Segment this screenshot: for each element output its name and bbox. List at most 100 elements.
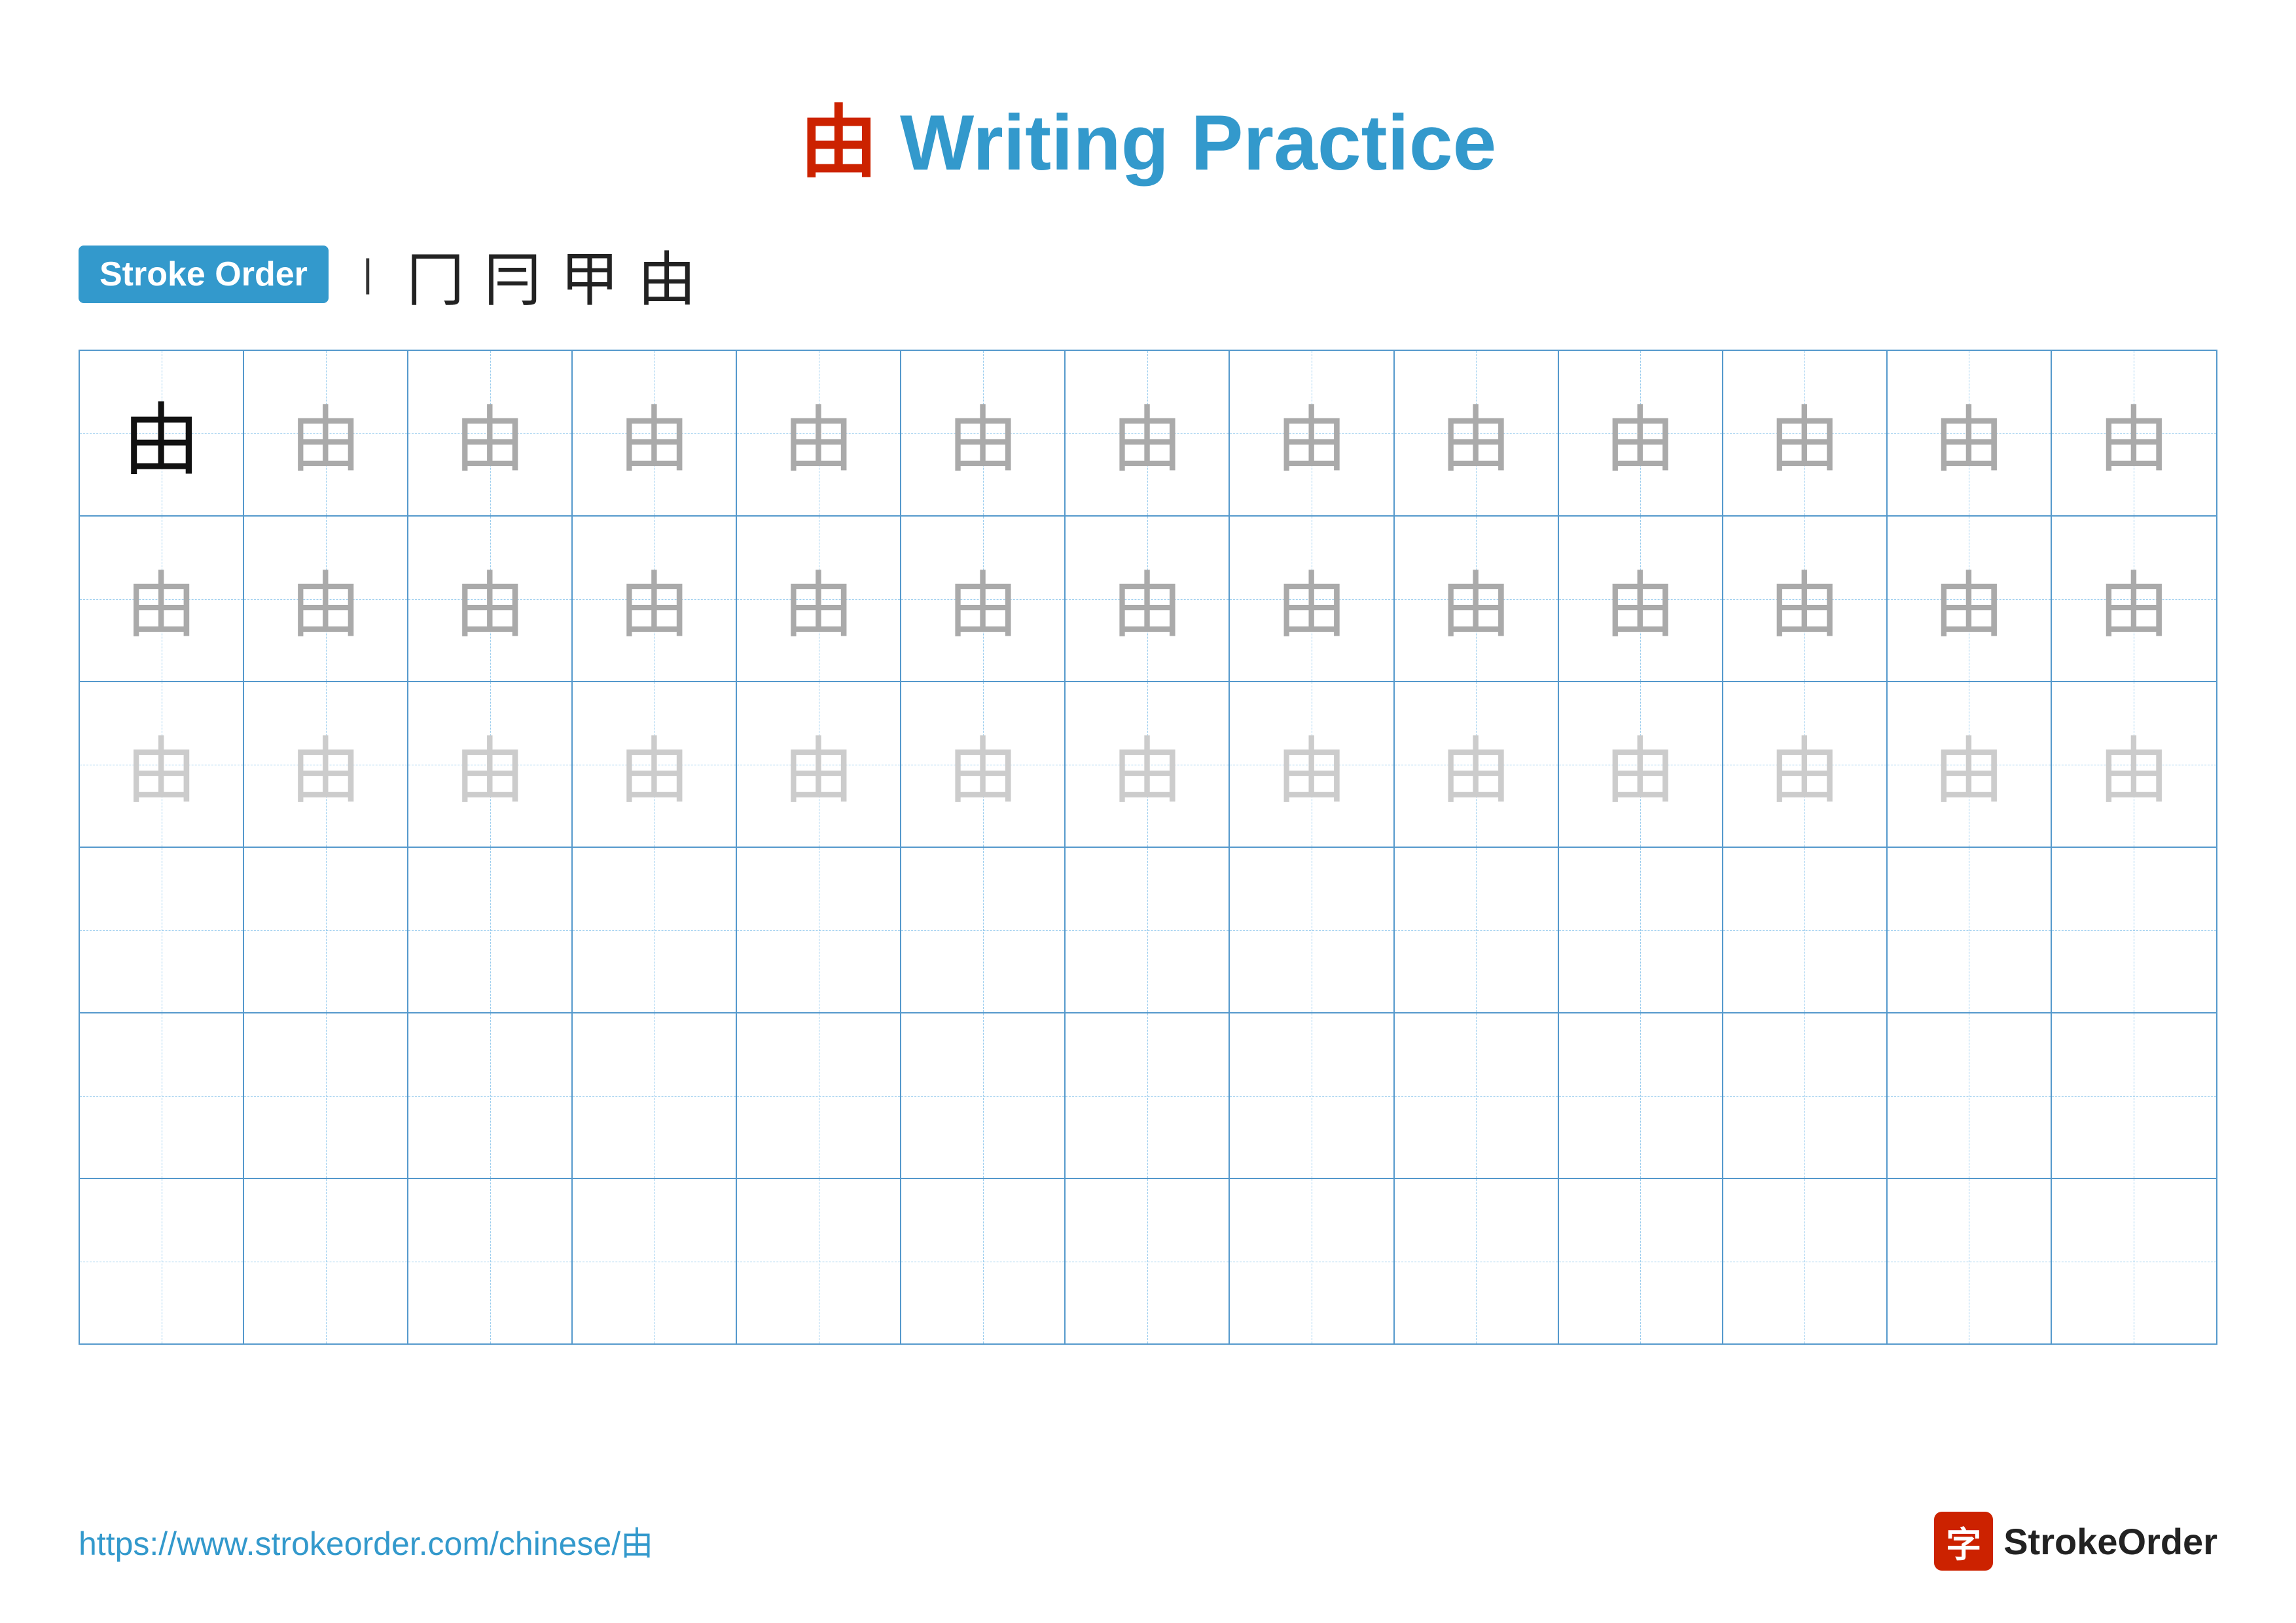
grid-cell[interactable]: 由 [1230, 682, 1394, 847]
footer-url[interactable]: https://www.strokeorder.com/chinese/由 [79, 1518, 653, 1565]
grid-cell[interactable]: 由 [80, 351, 244, 515]
grid-cell[interactable] [80, 848, 244, 1012]
grid-cell[interactable]: 由 [737, 517, 901, 681]
grid-cell[interactable] [573, 1013, 737, 1178]
grid-cell[interactable] [80, 1179, 244, 1343]
stroke-step-2: 冂 [406, 232, 465, 317]
grid-cell[interactable]: 由 [1723, 351, 1888, 515]
footer-logo: 字 StrokeOrder [1934, 1512, 2217, 1571]
grid-row [80, 848, 2216, 1013]
grid-cell[interactable]: 由 [901, 517, 1066, 681]
grid-cell[interactable] [901, 1179, 1066, 1343]
grid-cell[interactable] [901, 1013, 1066, 1178]
grid-cell[interactable]: 由 [80, 517, 244, 681]
grid-cell[interactable] [2052, 848, 2216, 1012]
grid-cell[interactable] [1230, 1013, 1394, 1178]
grid-cell[interactable]: 由 [244, 682, 408, 847]
grid-cell[interactable] [1888, 1013, 2052, 1178]
grid-row: 由由由由由由由由由由由由由 [80, 517, 2216, 682]
grid-cell[interactable] [408, 1179, 573, 1343]
grid-cell[interactable]: 由 [573, 517, 737, 681]
grid-cell[interactable]: 由 [1559, 682, 1723, 847]
grid-cell[interactable] [1066, 1179, 1230, 1343]
grid-cell[interactable]: 由 [408, 351, 573, 515]
grid-cell[interactable]: 由 [1066, 682, 1230, 847]
grid-cell[interactable]: 由 [901, 682, 1066, 847]
grid-cell[interactable] [1723, 1013, 1888, 1178]
grid-row [80, 1179, 2216, 1343]
grid-cell[interactable] [1723, 848, 1888, 1012]
grid-cell[interactable] [408, 848, 573, 1012]
grid-row [80, 1013, 2216, 1179]
stroke-step-5: 由 [637, 232, 696, 317]
grid-cell[interactable]: 由 [901, 351, 1066, 515]
grid-cell[interactable] [737, 848, 901, 1012]
grid-cell[interactable] [1066, 848, 1230, 1012]
grid-cell[interactable]: 由 [1723, 517, 1888, 681]
grid-cell[interactable]: 由 [2052, 351, 2216, 515]
grid-cell[interactable] [1559, 1013, 1723, 1178]
grid-row: 由由由由由由由由由由由由由 [80, 351, 2216, 517]
page-title: 由 Writing Practice [79, 79, 2217, 192]
grid-cell[interactable] [1395, 1179, 1559, 1343]
grid-cell[interactable]: 由 [2052, 517, 2216, 681]
grid-cell[interactable]: 由 [737, 351, 901, 515]
grid-cell[interactable]: 由 [244, 351, 408, 515]
grid-cell[interactable]: 由 [1066, 517, 1230, 681]
grid-cell[interactable]: 由 [1559, 517, 1723, 681]
grid-cell[interactable] [244, 848, 408, 1012]
grid-cell[interactable] [1559, 848, 1723, 1012]
grid-cell[interactable]: 由 [573, 682, 737, 847]
grid-cell[interactable] [1066, 1013, 1230, 1178]
grid-cell[interactable]: 由 [737, 682, 901, 847]
grid-cell[interactable]: 由 [408, 682, 573, 847]
stroke-step-3: 冃 [483, 232, 542, 317]
grid-cell[interactable] [80, 1013, 244, 1178]
grid-cell[interactable] [737, 1179, 901, 1343]
grid-cell[interactable]: 由 [1888, 682, 2052, 847]
grid-cell[interactable]: 由 [1723, 682, 1888, 847]
grid-cell[interactable]: 由 [573, 351, 737, 515]
logo-icon: 字 [1934, 1512, 1993, 1571]
grid-row: 由由由由由由由由由由由由由 [80, 682, 2216, 848]
grid-cell[interactable] [573, 1179, 737, 1343]
grid-cell[interactable] [244, 1179, 408, 1343]
grid-cell[interactable] [1395, 848, 1559, 1012]
practice-grid: 由由由由由由由由由由由由由由由由由由由由由由由由由由由由由由由由由由由由由由由 [79, 350, 2217, 1345]
title-text: Writing Practice [900, 99, 1496, 187]
grid-cell[interactable] [2052, 1179, 2216, 1343]
grid-cell[interactable] [1395, 1013, 1559, 1178]
grid-cell[interactable] [737, 1013, 901, 1178]
stroke-step-4: 甲 [560, 232, 619, 317]
grid-cell[interactable] [244, 1013, 408, 1178]
grid-cell[interactable]: 由 [244, 517, 408, 681]
grid-cell[interactable] [1230, 848, 1394, 1012]
title-character: 由 [800, 99, 878, 187]
grid-cell[interactable] [901, 848, 1066, 1012]
grid-cell[interactable]: 由 [1230, 517, 1394, 681]
grid-cell[interactable]: 由 [80, 682, 244, 847]
grid-cell[interactable]: 由 [2052, 682, 2216, 847]
grid-cell[interactable]: 由 [1395, 682, 1559, 847]
stroke-steps: 丨 冂 冃 甲 由 [348, 232, 696, 317]
page: 由 Writing Practice Stroke Order 丨 冂 冃 甲 … [0, 0, 2296, 1623]
grid-cell[interactable] [1723, 1179, 1888, 1343]
grid-cell[interactable] [1888, 848, 2052, 1012]
stroke-step-1: 丨 [348, 246, 387, 303]
grid-cell[interactable] [1230, 1179, 1394, 1343]
grid-cell[interactable]: 由 [408, 517, 573, 681]
logo-text: StrokeOrder [2003, 1520, 2217, 1563]
grid-cell[interactable] [573, 848, 737, 1012]
grid-cell[interactable]: 由 [1066, 351, 1230, 515]
grid-cell[interactable]: 由 [1395, 351, 1559, 515]
grid-cell[interactable] [408, 1013, 573, 1178]
stroke-order-badge: Stroke Order [79, 246, 329, 303]
grid-cell[interactable]: 由 [1395, 517, 1559, 681]
grid-cell[interactable] [2052, 1013, 2216, 1178]
grid-cell[interactable]: 由 [1888, 351, 2052, 515]
grid-cell[interactable] [1888, 1179, 2052, 1343]
grid-cell[interactable]: 由 [1230, 351, 1394, 515]
grid-cell[interactable]: 由 [1559, 351, 1723, 515]
grid-cell[interactable] [1559, 1179, 1723, 1343]
grid-cell[interactable]: 由 [1888, 517, 2052, 681]
